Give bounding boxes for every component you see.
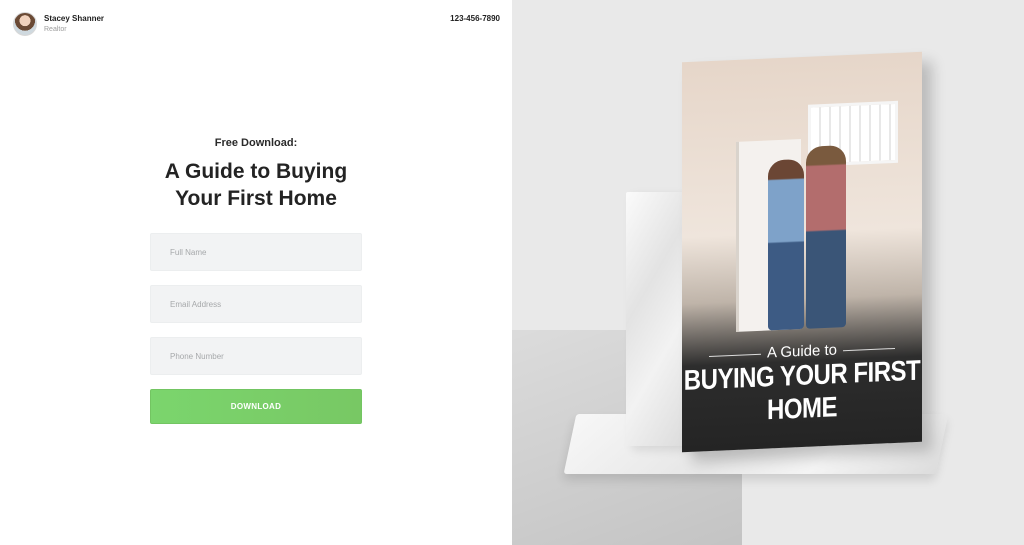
title-line-2: Your First Home [175, 187, 337, 210]
phone-field[interactable] [150, 337, 362, 375]
full-name-field[interactable] [150, 233, 362, 271]
person-figure [806, 145, 846, 329]
phone-number[interactable]: 123-456-7890 [450, 14, 500, 23]
agent-profile: Stacey Shanner Realtor [13, 12, 104, 36]
email-input[interactable] [168, 298, 361, 310]
cover-title: BUYING YOUR FIRST HOME [683, 354, 921, 427]
avatar [13, 12, 37, 36]
product-image-panel: A Guide to BUYING YOUR FIRST HOME [512, 0, 1024, 545]
landing-panel: Stacey Shanner Realtor 123-456-7890 Free… [0, 0, 512, 545]
person-figure [768, 158, 804, 331]
page-title: A Guide to Buying Your First Home [0, 158, 512, 212]
download-button[interactable]: DOWNLOAD [150, 389, 362, 424]
full-name-input[interactable] [168, 246, 361, 258]
ebook-cover: A Guide to BUYING YOUR FIRST HOME [682, 51, 922, 453]
title-line-1: A Guide to Buying [164, 160, 348, 183]
phone-input[interactable] [168, 350, 361, 362]
email-field[interactable] [150, 285, 362, 323]
page-kicker: Free Download: [214, 137, 298, 149]
agent-role: Realtor [44, 25, 67, 33]
agent-name: Stacey Shanner [44, 14, 105, 24]
